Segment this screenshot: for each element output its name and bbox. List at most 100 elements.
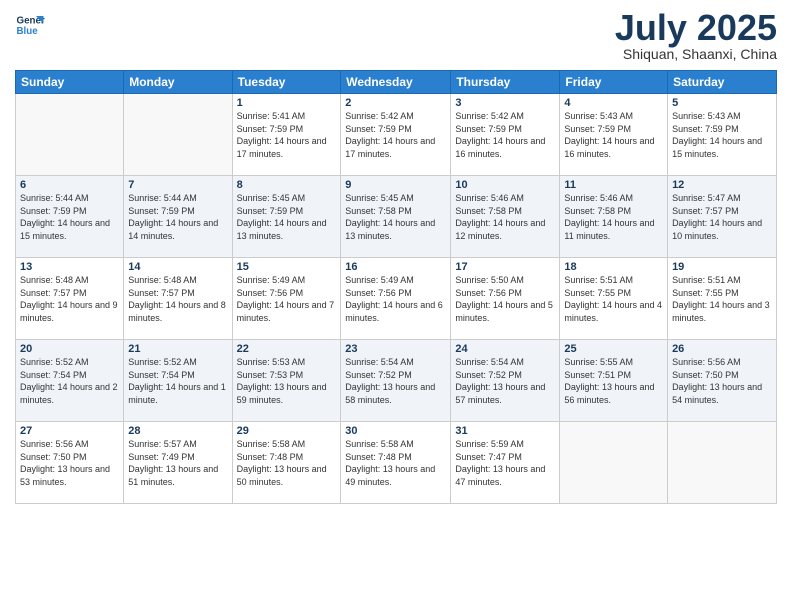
table-row: 31Sunrise: 5:59 AM Sunset: 7:47 PM Dayli…	[451, 422, 560, 504]
table-row: 18Sunrise: 5:51 AM Sunset: 7:55 PM Dayli…	[560, 258, 668, 340]
table-row: 30Sunrise: 5:58 AM Sunset: 7:48 PM Dayli…	[341, 422, 451, 504]
table-row: 25Sunrise: 5:55 AM Sunset: 7:51 PM Dayli…	[560, 340, 668, 422]
calendar-week-row: 1Sunrise: 5:41 AM Sunset: 7:59 PM Daylig…	[16, 94, 777, 176]
day-info: Sunrise: 5:52 AM Sunset: 7:54 PM Dayligh…	[128, 356, 227, 406]
day-info: Sunrise: 5:56 AM Sunset: 7:50 PM Dayligh…	[672, 356, 772, 406]
day-number: 5	[672, 97, 772, 109]
day-info: Sunrise: 5:45 AM Sunset: 7:59 PM Dayligh…	[237, 192, 337, 242]
header-wednesday: Wednesday	[341, 71, 451, 94]
table-row: 6Sunrise: 5:44 AM Sunset: 7:59 PM Daylig…	[16, 176, 124, 258]
table-row: 23Sunrise: 5:54 AM Sunset: 7:52 PM Dayli…	[341, 340, 451, 422]
day-number: 6	[20, 179, 119, 191]
table-row: 9Sunrise: 5:45 AM Sunset: 7:58 PM Daylig…	[341, 176, 451, 258]
day-number: 2	[345, 97, 446, 109]
day-number: 17	[455, 261, 555, 273]
day-number: 30	[345, 425, 446, 437]
day-number: 12	[672, 179, 772, 191]
day-info: Sunrise: 5:49 AM Sunset: 7:56 PM Dayligh…	[345, 274, 446, 324]
table-row: 7Sunrise: 5:44 AM Sunset: 7:59 PM Daylig…	[124, 176, 232, 258]
day-info: Sunrise: 5:53 AM Sunset: 7:53 PM Dayligh…	[237, 356, 337, 406]
header-tuesday: Tuesday	[232, 71, 341, 94]
day-info: Sunrise: 5:47 AM Sunset: 7:57 PM Dayligh…	[672, 192, 772, 242]
day-number: 16	[345, 261, 446, 273]
location: Shiquan, Shaanxi, China	[615, 46, 777, 62]
day-number: 4	[564, 97, 663, 109]
table-row: 10Sunrise: 5:46 AM Sunset: 7:58 PM Dayli…	[451, 176, 560, 258]
day-info: Sunrise: 5:42 AM Sunset: 7:59 PM Dayligh…	[455, 110, 555, 160]
table-row: 1Sunrise: 5:41 AM Sunset: 7:59 PM Daylig…	[232, 94, 341, 176]
day-number: 8	[237, 179, 337, 191]
day-number: 13	[20, 261, 119, 273]
day-info: Sunrise: 5:54 AM Sunset: 7:52 PM Dayligh…	[345, 356, 446, 406]
day-info: Sunrise: 5:42 AM Sunset: 7:59 PM Dayligh…	[345, 110, 446, 160]
day-info: Sunrise: 5:51 AM Sunset: 7:55 PM Dayligh…	[672, 274, 772, 324]
table-row: 20Sunrise: 5:52 AM Sunset: 7:54 PM Dayli…	[16, 340, 124, 422]
header-friday: Friday	[560, 71, 668, 94]
day-info: Sunrise: 5:44 AM Sunset: 7:59 PM Dayligh…	[20, 192, 119, 242]
day-number: 15	[237, 261, 337, 273]
calendar-week-row: 13Sunrise: 5:48 AM Sunset: 7:57 PM Dayli…	[16, 258, 777, 340]
table-row: 29Sunrise: 5:58 AM Sunset: 7:48 PM Dayli…	[232, 422, 341, 504]
table-row: 3Sunrise: 5:42 AM Sunset: 7:59 PM Daylig…	[451, 94, 560, 176]
table-row: 17Sunrise: 5:50 AM Sunset: 7:56 PM Dayli…	[451, 258, 560, 340]
day-info: Sunrise: 5:43 AM Sunset: 7:59 PM Dayligh…	[672, 110, 772, 160]
day-info: Sunrise: 5:41 AM Sunset: 7:59 PM Dayligh…	[237, 110, 337, 160]
day-info: Sunrise: 5:51 AM Sunset: 7:55 PM Dayligh…	[564, 274, 663, 324]
day-number: 19	[672, 261, 772, 273]
table-row: 14Sunrise: 5:48 AM Sunset: 7:57 PM Dayli…	[124, 258, 232, 340]
table-row: 27Sunrise: 5:56 AM Sunset: 7:50 PM Dayli…	[16, 422, 124, 504]
day-number: 14	[128, 261, 227, 273]
table-row: 8Sunrise: 5:45 AM Sunset: 7:59 PM Daylig…	[232, 176, 341, 258]
day-info: Sunrise: 5:56 AM Sunset: 7:50 PM Dayligh…	[20, 438, 119, 488]
day-info: Sunrise: 5:48 AM Sunset: 7:57 PM Dayligh…	[20, 274, 119, 324]
day-info: Sunrise: 5:45 AM Sunset: 7:58 PM Dayligh…	[345, 192, 446, 242]
day-number: 10	[455, 179, 555, 191]
day-number: 26	[672, 343, 772, 355]
header-saturday: Saturday	[668, 71, 777, 94]
table-row: 15Sunrise: 5:49 AM Sunset: 7:56 PM Dayli…	[232, 258, 341, 340]
day-number: 20	[20, 343, 119, 355]
day-number: 25	[564, 343, 663, 355]
day-number: 31	[455, 425, 555, 437]
day-number: 29	[237, 425, 337, 437]
table-row	[668, 422, 777, 504]
svg-text:Blue: Blue	[17, 26, 39, 37]
table-row: 26Sunrise: 5:56 AM Sunset: 7:50 PM Dayli…	[668, 340, 777, 422]
table-row: 13Sunrise: 5:48 AM Sunset: 7:57 PM Dayli…	[16, 258, 124, 340]
day-number: 18	[564, 261, 663, 273]
table-row	[16, 94, 124, 176]
day-number: 27	[20, 425, 119, 437]
day-info: Sunrise: 5:58 AM Sunset: 7:48 PM Dayligh…	[237, 438, 337, 488]
table-row: 28Sunrise: 5:57 AM Sunset: 7:49 PM Dayli…	[124, 422, 232, 504]
header-sunday: Sunday	[16, 71, 124, 94]
day-info: Sunrise: 5:57 AM Sunset: 7:49 PM Dayligh…	[128, 438, 227, 488]
table-row: 16Sunrise: 5:49 AM Sunset: 7:56 PM Dayli…	[341, 258, 451, 340]
day-number: 11	[564, 179, 663, 191]
day-info: Sunrise: 5:43 AM Sunset: 7:59 PM Dayligh…	[564, 110, 663, 160]
day-info: Sunrise: 5:46 AM Sunset: 7:58 PM Dayligh…	[564, 192, 663, 242]
table-row: 11Sunrise: 5:46 AM Sunset: 7:58 PM Dayli…	[560, 176, 668, 258]
day-number: 23	[345, 343, 446, 355]
header-monday: Monday	[124, 71, 232, 94]
day-info: Sunrise: 5:58 AM Sunset: 7:48 PM Dayligh…	[345, 438, 446, 488]
table-row: 12Sunrise: 5:47 AM Sunset: 7:57 PM Dayli…	[668, 176, 777, 258]
month-title: July 2025	[615, 10, 777, 46]
day-number: 22	[237, 343, 337, 355]
day-info: Sunrise: 5:48 AM Sunset: 7:57 PM Dayligh…	[128, 274, 227, 324]
day-info: Sunrise: 5:46 AM Sunset: 7:58 PM Dayligh…	[455, 192, 555, 242]
day-number: 21	[128, 343, 227, 355]
day-info: Sunrise: 5:49 AM Sunset: 7:56 PM Dayligh…	[237, 274, 337, 324]
calendar-week-row: 20 Sunrise: 5:52 AM Sunset: 7:54 PM Dayli…	[16, 340, 777, 422]
logo: General Blue	[15, 10, 45, 40]
table-row: 19Sunrise: 5:51 AM Sunset: 7:55 PM Dayli…	[668, 258, 777, 340]
day-info: Sunrise: 5:50 AM Sunset: 7:56 PM Dayligh…	[455, 274, 555, 324]
table-row	[560, 422, 668, 504]
day-number: 7	[128, 179, 227, 191]
header-thursday: Thursday	[451, 71, 560, 94]
day-info: Sunrise: 5:59 AM Sunset: 7:47 PM Dayligh…	[455, 438, 555, 488]
calendar-week-row: 6Sunrise: 5:44 AM Sunset: 7:59 PM Daylig…	[16, 176, 777, 258]
day-number: 9	[345, 179, 446, 191]
day-number: 28	[128, 425, 227, 437]
day-info: Sunrise: 5:55 AM Sunset: 7:51 PM Dayligh…	[564, 356, 663, 406]
calendar-week-row: 27Sunrise: 5:56 AM Sunset: 7:50 PM Dayli…	[16, 422, 777, 504]
